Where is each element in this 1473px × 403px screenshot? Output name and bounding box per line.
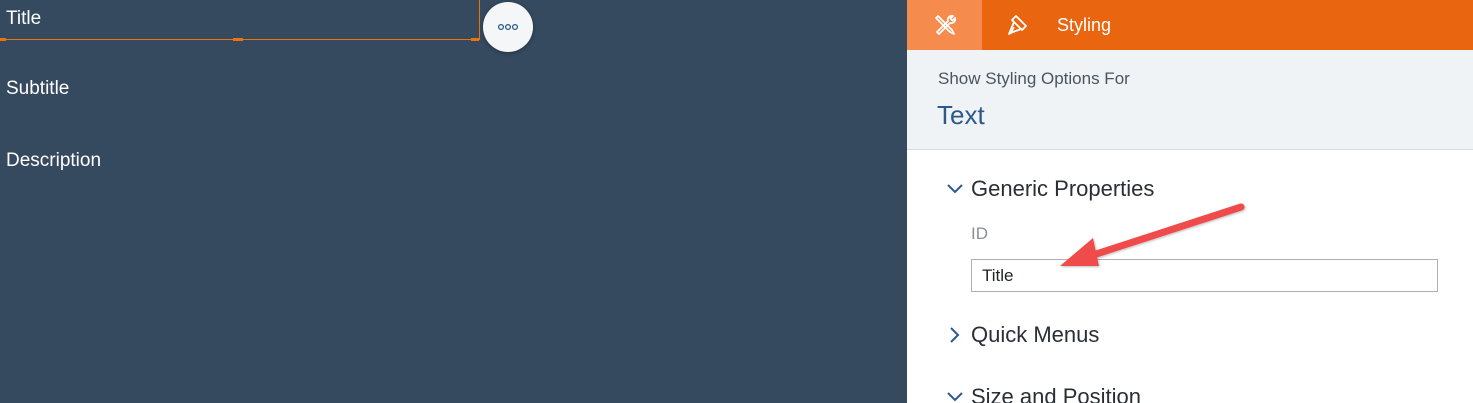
tab-styling[interactable]: Styling (982, 0, 1111, 50)
chevron-down-icon (945, 387, 965, 403)
app-root: Title Subtitle Description Styling Show … (0, 0, 1473, 403)
styling-target-header: Show Styling Options For Text (907, 50, 1473, 150)
styling-target-name: Text (937, 100, 985, 130)
tools-icon (934, 14, 956, 35)
more-dots-icon (497, 23, 519, 31)
description-widget[interactable]: Description (6, 150, 101, 172)
more-actions-button[interactable] (483, 2, 533, 52)
selection-handle-bottom[interactable] (233, 38, 243, 41)
section-generic-properties-label: Generic Properties (971, 176, 1155, 201)
section-size-and-position[interactable]: Size and Position (945, 384, 1141, 403)
chevron-down-icon (945, 179, 965, 199)
selection-handle-bottom-right[interactable] (471, 38, 479, 41)
paint-brush-icon (1004, 11, 1032, 39)
id-field-label: ID (971, 224, 988, 243)
section-size-and-position-label: Size and Position (971, 384, 1141, 403)
designer-panel: Styling Show Styling Options For Text Ge… (907, 0, 1473, 403)
tab-styling-label: Styling (1057, 14, 1112, 35)
id-input[interactable] (971, 259, 1438, 292)
section-generic-properties[interactable]: Generic Properties (945, 176, 1154, 202)
tab-builder[interactable] (907, 0, 982, 50)
title-widget[interactable]: Title (6, 8, 41, 30)
selection-frame[interactable] (0, 0, 480, 40)
subtitle-widget[interactable]: Subtitle (6, 78, 69, 100)
section-quick-menus-label: Quick Menus (971, 322, 1100, 347)
chevron-right-icon (945, 325, 965, 345)
styling-target-caption: Show Styling Options For (938, 69, 1130, 88)
story-canvas[interactable]: Title Subtitle Description (0, 0, 907, 403)
selection-handle-bottom-left[interactable] (0, 38, 6, 41)
panel-header: Styling (907, 0, 1473, 50)
section-quick-menus[interactable]: Quick Menus (945, 322, 1099, 348)
